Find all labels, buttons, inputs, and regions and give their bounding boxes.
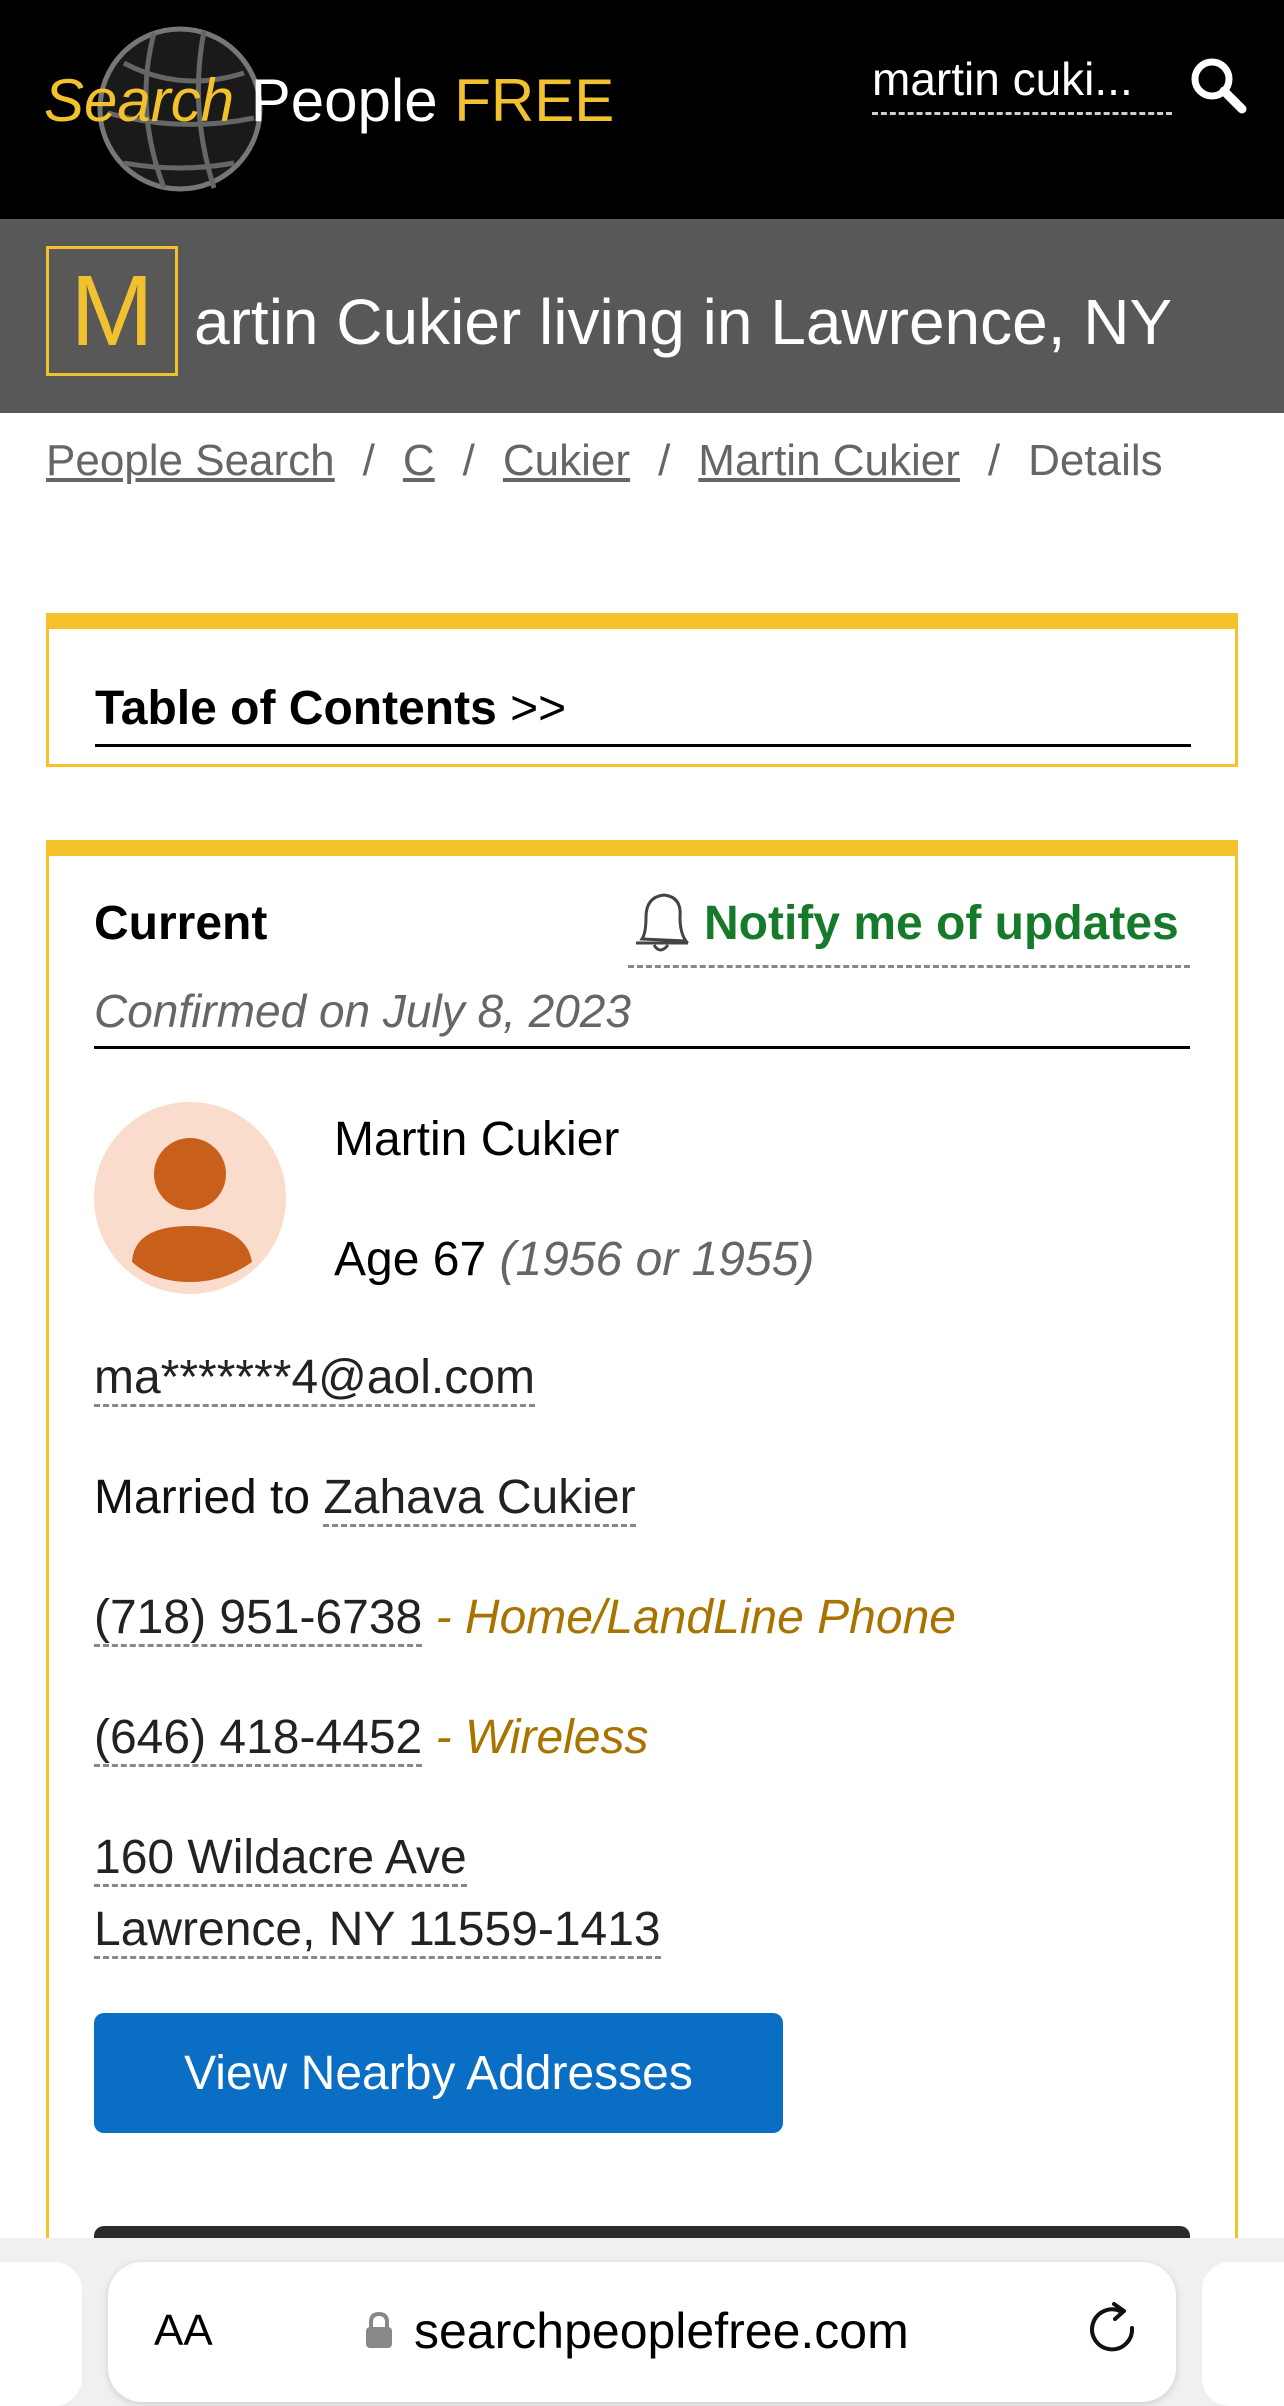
table-of-contents-box: Table of Contents >> — [46, 613, 1238, 767]
reload-icon[interactable] — [1082, 2298, 1144, 2360]
person-name: Martin Cukier — [334, 1113, 620, 1166]
married-to-label: Married to — [94, 1471, 311, 1524]
logo-search-text: Search — [44, 67, 235, 134]
bell-icon — [636, 893, 690, 952]
confirmed-date: Confirmed on July 8, 2023 — [94, 984, 1190, 1049]
breadcrumb: People Search / C / Cukier / Martin Cukier / Det… — [46, 436, 1163, 486]
address-line-1: 160 Wildacre Ave — [94, 1830, 467, 1887]
notify-updates-link[interactable]: Notify me of updates — [628, 885, 1190, 968]
breadcrumb-separator: / — [462, 436, 475, 485]
search-icon[interactable] — [1188, 55, 1248, 115]
breadcrumb-current: Details — [1028, 436, 1163, 485]
view-nearby-addresses-button[interactable]: View Nearby Addresses — [94, 2013, 783, 2133]
site-header: Search People FREE martin cuki... — [0, 0, 1284, 219]
birth-years: (1956 or 1955) — [499, 1233, 815, 1286]
breadcrumb-cukier[interactable]: Cukier — [503, 436, 630, 485]
breadcrumb-separator: / — [987, 436, 1001, 485]
logo-free-text: FREE — [454, 67, 615, 134]
breadcrumb-c[interactable]: C — [403, 436, 435, 485]
phone-type: - Home/LandLine Phone — [435, 1591, 956, 1644]
email-link[interactable]: ma*******4@aol.com — [94, 1351, 535, 1407]
phone-type: - Wireless — [435, 1711, 649, 1764]
email-row: ma*******4@aol.com — [94, 1350, 535, 1407]
toc-suffix: >> — [510, 682, 567, 735]
phone-row: (646) 418-4452 - Wireless — [94, 1710, 649, 1767]
address-line-2: Lawrence, NY 11559-1413 — [94, 1902, 661, 1959]
page-title: artin Cukier living in Lawrence, NY — [194, 286, 1173, 358]
logo-people-text: People — [250, 67, 438, 134]
next-tab-preview[interactable] — [1202, 2262, 1284, 2406]
breadcrumb-martin-cukier[interactable]: Martin Cukier — [698, 436, 960, 485]
address-street-link[interactable]: 160 Wildacre Ave — [94, 1831, 467, 1887]
address-city-link[interactable]: Lawrence, NY 11559-1413 — [94, 1903, 661, 1959]
table-of-contents-toggle[interactable]: Table of Contents >> — [95, 681, 1191, 747]
phone-link[interactable]: (718) 951-6738 — [94, 1591, 423, 1647]
phone-link[interactable]: (646) 418-4452 — [94, 1711, 423, 1767]
notify-label: Notify me of updates — [704, 897, 1179, 950]
title-initial-box: M — [46, 246, 178, 376]
lock-icon — [366, 2311, 392, 2348]
current-label: Current — [94, 897, 268, 950]
previous-tab-preview[interactable] — [0, 2262, 82, 2406]
address-bar[interactable]: AA searchpeoplefree.com — [108, 2262, 1176, 2402]
spouse-row: Married to Zahava Cukier — [94, 1470, 636, 1527]
breadcrumb-people-search[interactable]: People Search — [46, 436, 335, 485]
phone-row: (718) 951-6738 - Home/LandLine Phone — [94, 1590, 956, 1647]
toc-label: Table of Contents — [95, 682, 497, 735]
avatar — [94, 1102, 286, 1294]
person-age: Age 67 (1956 or 1955) — [334, 1232, 814, 1287]
breadcrumb-separator: / — [658, 436, 671, 485]
spouse-link[interactable]: Zahava Cukier — [323, 1471, 636, 1527]
url-text[interactable]: searchpeoplefree.com — [414, 2302, 909, 2360]
reader-text-size-button[interactable]: AA — [154, 2306, 213, 2356]
age-value: Age 67 — [334, 1233, 487, 1286]
search-query-field[interactable]: martin cuki... — [872, 52, 1172, 115]
breadcrumb-separator: / — [362, 436, 375, 485]
site-logo[interactable]: Search People FREE — [44, 20, 614, 200]
